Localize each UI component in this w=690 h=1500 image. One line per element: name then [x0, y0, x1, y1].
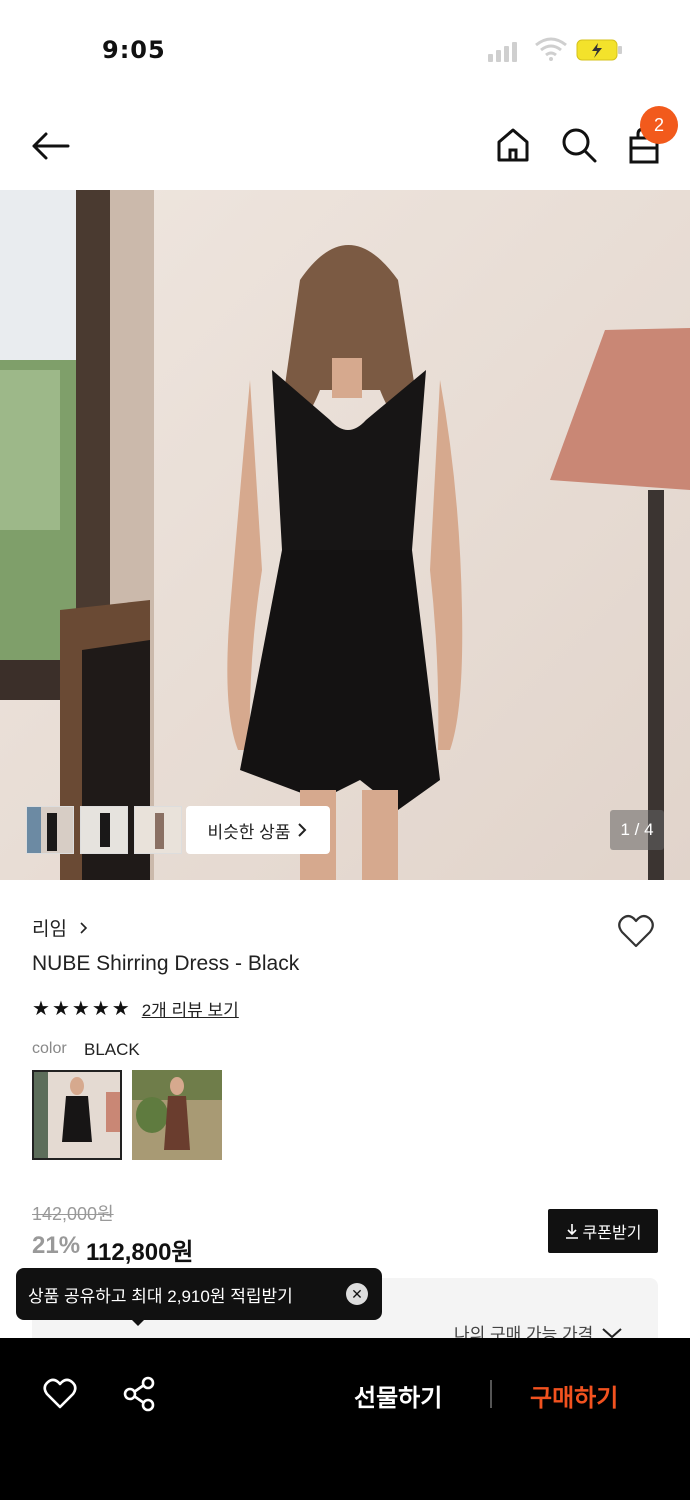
- close-icon[interactable]: ✕: [346, 1283, 368, 1305]
- cart-count-badge: 2: [640, 106, 678, 144]
- share-reward-toast: 상품 공유하고 최대 2,910원 적립받기 ✕: [16, 1268, 382, 1320]
- status-bar: 9:05: [0, 0, 690, 100]
- star-icon: ★: [51, 997, 70, 1020]
- color-option-black[interactable]: [32, 1070, 122, 1160]
- color-label: color: [32, 1040, 67, 1057]
- color-option-brown[interactable]: [132, 1070, 222, 1160]
- brand-name: 리임: [32, 919, 67, 940]
- search-icon[interactable]: [558, 124, 600, 166]
- coupon-label: 쿠폰받기: [582, 1225, 642, 1242]
- home-icon[interactable]: [492, 124, 534, 166]
- similar-products-button[interactable]: 비슷한 상품: [186, 806, 330, 854]
- star-icon: ★: [91, 997, 110, 1020]
- thumbnail-2[interactable]: [80, 806, 128, 854]
- discount-rate: 21%: [32, 1232, 81, 1259]
- buy-button[interactable]: 구매하기: [530, 1378, 618, 1413]
- chevron-right-icon: [80, 922, 88, 934]
- battery-icon: [576, 39, 622, 61]
- star-icon: ★: [71, 997, 90, 1020]
- image-page-indicator: 1 / 4: [610, 810, 664, 850]
- download-icon: [565, 1224, 578, 1239]
- divider: [490, 1380, 492, 1408]
- bottom-action-bar: 선물하기 구매하기: [0, 1338, 690, 1500]
- product-rating: ★ ★ ★ ★ ★ 2개 리뷰 보기: [32, 996, 239, 1021]
- gift-button[interactable]: 선물하기: [354, 1378, 442, 1413]
- status-time: 9:05: [102, 36, 166, 64]
- wishlist-heart-icon[interactable]: [616, 912, 656, 952]
- brand-link[interactable]: 리임: [32, 914, 90, 941]
- product-image[interactable]: [0, 190, 690, 880]
- toast-message: 상품 공유하고 최대 2,910원 적립받기: [28, 1286, 293, 1306]
- product-photo: [0, 190, 690, 880]
- chevron-right-icon: [298, 823, 307, 837]
- share-icon[interactable]: [120, 1374, 160, 1414]
- thumbnail-3[interactable]: [134, 806, 182, 854]
- heart-icon[interactable]: [40, 1374, 80, 1414]
- signal-icon: [488, 40, 517, 62]
- top-navigation: [0, 100, 690, 190]
- color-value: BLACK: [84, 1040, 140, 1059]
- review-link[interactable]: 2개 리뷰 보기: [142, 996, 239, 1021]
- product-name: NUBE Shirring Dress - Black: [32, 952, 300, 975]
- star-icon: ★: [111, 997, 130, 1020]
- star-icon: ★: [32, 997, 50, 1020]
- image-thumbnail-strip: [26, 806, 182, 854]
- sale-price: 112,800원: [86, 1239, 194, 1266]
- back-arrow-icon[interactable]: [28, 124, 72, 168]
- similar-products-label: 비슷한 상품: [207, 822, 291, 842]
- original-price: 142,000원: [32, 1204, 114, 1224]
- wifi-icon: [535, 37, 567, 61]
- thumbnail-1[interactable]: [26, 806, 74, 854]
- coupon-download-button[interactable]: 쿠폰받기: [548, 1209, 658, 1253]
- toast-pointer: [130, 1318, 146, 1326]
